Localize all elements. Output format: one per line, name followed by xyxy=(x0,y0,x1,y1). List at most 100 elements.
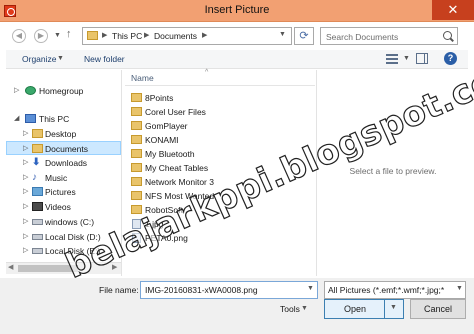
chevron-right-icon: ▶ xyxy=(202,32,208,39)
nav-item-label: windows (C:) xyxy=(45,217,95,227)
file-name: Corel User Files xyxy=(145,107,206,117)
help-icon[interactable]: ? xyxy=(444,52,457,65)
address-history-dropdown[interactable]: ▼ xyxy=(279,31,286,38)
nav-item-videos[interactable]: ▷ Videos xyxy=(6,200,121,214)
window-title: Insert Picture xyxy=(204,4,270,16)
view-options-icon[interactable] xyxy=(386,54,398,64)
file-name: My Bluetooth xyxy=(145,149,195,159)
nav-item-downloads[interactable]: ▷ ⬇ Downloads xyxy=(6,156,121,170)
chevron-down-icon: ▼ xyxy=(57,55,64,62)
chevron-right-icon[interactable]: ▷ xyxy=(23,129,28,137)
chevron-down-icon[interactable]: ▼ xyxy=(301,305,308,312)
preview-pane-icon[interactable] xyxy=(416,53,428,64)
nav-item-this-pc[interactable]: ◢ This PC xyxy=(6,112,121,126)
chevron-right-icon: ▶ xyxy=(102,32,108,39)
recent-locations-dropdown[interactable]: ▼ xyxy=(54,32,61,39)
chevron-right-icon[interactable]: ▷ xyxy=(23,158,28,166)
list-item[interactable]: 8Points xyxy=(129,92,299,105)
list-item[interactable]: KONAMI xyxy=(129,134,299,147)
chevron-right-icon[interactable]: ▷ xyxy=(23,144,28,152)
chevron-right-icon[interactable]: ▷ xyxy=(23,202,28,210)
nav-item-label: Downloads xyxy=(45,158,88,168)
new-folder-button[interactable]: New folder xyxy=(84,54,125,64)
nav-item-homegroup[interactable]: ▷ Homegroup xyxy=(6,84,121,98)
sort-ascending-icon: ^ xyxy=(205,69,209,76)
folder-icon xyxy=(131,177,142,186)
nav-item-label: Videos xyxy=(45,202,71,212)
list-item[interactable]: Corel User Files xyxy=(129,106,299,119)
search-input[interactable]: Search Documents xyxy=(320,27,458,45)
file-name: 8Points xyxy=(145,93,174,103)
nav-item-windows-c[interactable]: ▷ windows (C:) xyxy=(6,215,121,229)
open-button-label: Open xyxy=(343,304,367,314)
folder-icon xyxy=(32,129,43,138)
chevron-down-icon[interactable]: ▼ xyxy=(456,285,463,292)
forward-button[interactable]: ▶ xyxy=(34,29,48,43)
tools-menu[interactable]: Tools xyxy=(280,304,300,314)
chevron-right-icon[interactable]: ▷ xyxy=(14,86,19,94)
nav-item-label: Documents xyxy=(45,144,88,154)
nav-item-pictures[interactable]: ▷ Pictures xyxy=(6,185,121,199)
folder-icon xyxy=(131,163,142,172)
folder-icon xyxy=(131,205,142,214)
file-name-label: File name: xyxy=(99,285,139,295)
folder-icon xyxy=(32,144,43,153)
chevron-right-icon[interactable]: ▷ xyxy=(23,232,28,240)
folder-icon xyxy=(131,93,142,102)
scroll-left-icon[interactable]: ◀ xyxy=(8,263,13,271)
app-icon xyxy=(4,5,16,17)
command-bar: Organize ▼ New folder ▼ ? xyxy=(6,50,468,69)
downloads-icon: ⬇ xyxy=(32,158,43,168)
nav-item-desktop[interactable]: ▷ Desktop xyxy=(6,127,121,141)
address-bar[interactable]: ▶ This PC ▶ Documents ▶ ▼ xyxy=(82,27,292,45)
column-header-name[interactable]: ^ Name xyxy=(125,69,315,86)
chevron-right-icon[interactable]: ▷ xyxy=(23,187,28,195)
chevron-down-icon[interactable]: ◢ xyxy=(14,114,19,122)
nav-item-label: Pictures xyxy=(45,187,76,197)
chevron-right-icon[interactable]: ▷ xyxy=(23,246,28,254)
back-button[interactable]: ◀ xyxy=(12,29,26,43)
search-icon xyxy=(443,31,452,40)
nav-item-label: Homegroup xyxy=(39,86,84,96)
nav-item-label: This PC xyxy=(39,114,70,124)
column-header-label: Name xyxy=(131,73,154,83)
folder-icon xyxy=(131,135,142,144)
nav-item-music[interactable]: ▷ ♪ Music xyxy=(6,171,121,185)
nav-item-label: Music xyxy=(45,173,68,183)
file-name-value: IMG-20160831-xWA0008.png xyxy=(145,285,258,295)
refresh-button[interactable]: ⟳ xyxy=(294,27,314,45)
folder-icon xyxy=(131,191,142,200)
chevron-down-icon[interactable]: ▼ xyxy=(307,285,314,292)
search-placeholder: Search Documents xyxy=(326,32,399,42)
nav-item-label: Desktop xyxy=(45,129,77,139)
file-name-field[interactable]: IMG-20160831-xWA0008.png ▼ xyxy=(140,281,318,299)
drive-icon xyxy=(32,248,43,254)
chevron-right-icon[interactable]: ▷ xyxy=(23,217,28,225)
up-folder-button[interactable]: ↑ xyxy=(66,28,72,40)
nav-item-documents[interactable]: ▷ Documents xyxy=(6,141,121,155)
organize-button[interactable]: Organize xyxy=(22,54,57,64)
videos-icon xyxy=(32,202,43,211)
close-button[interactable]: ✕ xyxy=(432,0,474,20)
open-button-divider xyxy=(384,299,385,319)
homegroup-icon xyxy=(25,86,36,95)
file-name: GomPlayer xyxy=(145,121,188,131)
pictures-icon xyxy=(32,187,43,196)
drive-icon xyxy=(32,219,43,225)
drive-icon xyxy=(32,234,43,240)
chevron-down-icon[interactable]: ▼ xyxy=(403,55,410,62)
list-item[interactable]: GomPlayer xyxy=(129,120,299,133)
cancel-button[interactable]: Cancel xyxy=(410,299,466,319)
folder-icon xyxy=(87,31,98,40)
music-icon: ♪ xyxy=(32,173,43,183)
breadcrumb-documents[interactable]: Documents xyxy=(154,31,197,41)
computer-icon xyxy=(25,114,36,123)
file-name: My Cheat Tables xyxy=(145,163,209,173)
folder-icon xyxy=(131,107,142,116)
file-type-value: All Pictures (*.emf;*.wmf;*.jpg;* xyxy=(328,285,445,295)
chevron-right-icon[interactable]: ▷ xyxy=(23,173,28,181)
breadcrumb-this-pc[interactable]: This PC xyxy=(112,31,142,41)
open-options-dropdown[interactable]: ▼ xyxy=(390,304,397,311)
file-type-select[interactable]: All Pictures (*.emf;*.wmf;*.jpg;* ▼ xyxy=(324,281,466,299)
folder-icon xyxy=(131,149,142,158)
